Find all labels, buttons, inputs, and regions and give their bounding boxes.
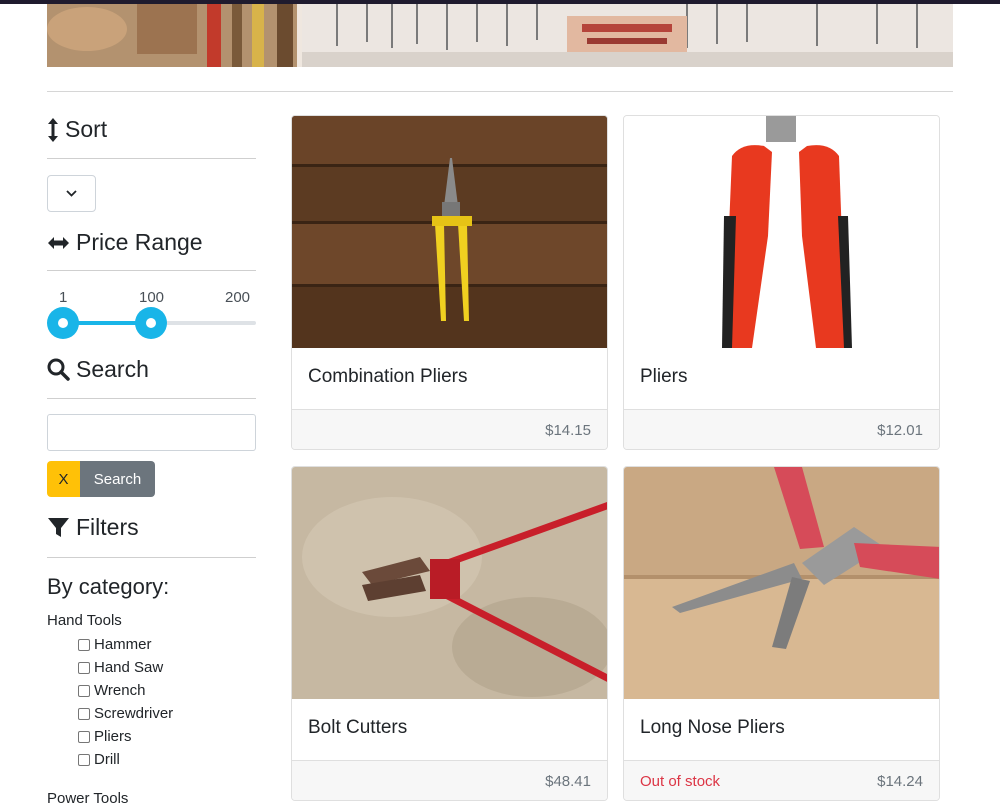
price-title: Price Range — [76, 229, 203, 255]
checkbox[interactable] — [78, 753, 90, 766]
search-heading: Search — [47, 356, 149, 383]
product-card[interactable]: Combination Pliers $14.15 — [291, 115, 608, 450]
sort-arrows-icon — [48, 117, 58, 142]
product-image — [624, 116, 939, 348]
product-price: $14.24 — [877, 773, 923, 790]
price-min-handle[interactable] — [47, 307, 79, 339]
checkbox[interactable] — [78, 730, 90, 743]
card-footer: $14.15 — [292, 409, 607, 449]
search-button[interactable]: Search — [80, 461, 155, 497]
filter-wrench[interactable]: Wrench — [78, 682, 145, 699]
filter-label: Hand Saw — [94, 659, 164, 676]
filters-title: Filters — [76, 514, 139, 540]
product-title: Combination Pliers — [308, 366, 468, 387]
filters-divider — [47, 557, 256, 558]
horizontal-arrows-icon — [48, 236, 69, 249]
sort-title: Sort — [65, 116, 108, 142]
card-footer: Out of stock $14.24 — [624, 760, 939, 800]
filter-drill[interactable]: Drill — [78, 751, 120, 768]
price-current-label: 100 — [139, 289, 165, 306]
search-title: Search — [76, 356, 149, 382]
clear-search-button[interactable]: X — [47, 461, 80, 497]
price-max-handle[interactable] — [135, 307, 167, 339]
search-divider — [47, 398, 256, 399]
sort-select[interactable] — [47, 175, 96, 212]
filters-heading: Filters — [47, 514, 139, 541]
checkbox[interactable] — [78, 707, 90, 720]
filter-label: Hammer — [94, 636, 152, 653]
product-image — [292, 467, 607, 699]
price-max-label: 200 — [225, 289, 251, 306]
filter-pliers[interactable]: Pliers — [78, 728, 132, 745]
banner-image — [47, 4, 953, 67]
sort-heading: Sort — [47, 116, 107, 143]
search-input[interactable] — [47, 414, 256, 451]
filter-hand-saw[interactable]: Hand Saw — [78, 659, 163, 676]
stock-status: Out of stock — [640, 773, 721, 790]
group-label-power-tools: Power Tools — [47, 790, 129, 807]
product-image — [292, 116, 607, 348]
card-footer: $12.01 — [624, 409, 939, 449]
sort-divider — [47, 158, 256, 159]
chevron-down-icon — [66, 190, 77, 197]
group-label-hand-tools: Hand Tools — [47, 612, 122, 629]
filter-label: Screwdriver — [94, 705, 174, 722]
price-min-label: 1 — [59, 289, 68, 306]
checkbox[interactable] — [78, 661, 90, 674]
product-card[interactable]: Long Nose Pliers Out of stock $14.24 — [623, 466, 940, 801]
filter-hammer[interactable]: Hammer — [78, 636, 152, 653]
checkbox[interactable] — [78, 638, 90, 651]
product-card[interactable]: Bolt Cutters $48.41 — [291, 466, 608, 801]
product-title: Long Nose Pliers — [640, 717, 785, 738]
product-price: $12.01 — [877, 422, 923, 439]
price-heading: Price Range — [47, 229, 203, 256]
checkbox[interactable] — [78, 684, 90, 697]
filter-label: Pliers — [94, 728, 132, 745]
price-divider — [47, 270, 256, 271]
product-image — [624, 467, 939, 699]
filter-screwdriver[interactable]: Screwdriver — [78, 705, 173, 722]
product-card[interactable]: Pliers $12.01 — [623, 115, 940, 450]
product-price: $14.15 — [545, 422, 591, 439]
search-icon — [47, 358, 70, 381]
product-title: Bolt Cutters — [308, 717, 408, 738]
product-title: Pliers — [640, 366, 688, 387]
filter-icon — [48, 517, 69, 537]
product-price: $48.41 — [545, 773, 591, 790]
card-footer: $48.41 — [292, 760, 607, 800]
filter-label: Drill — [94, 751, 120, 768]
by-category-heading: By category: — [47, 574, 170, 599]
header-divider — [47, 91, 953, 92]
filter-label: Wrench — [94, 682, 146, 699]
